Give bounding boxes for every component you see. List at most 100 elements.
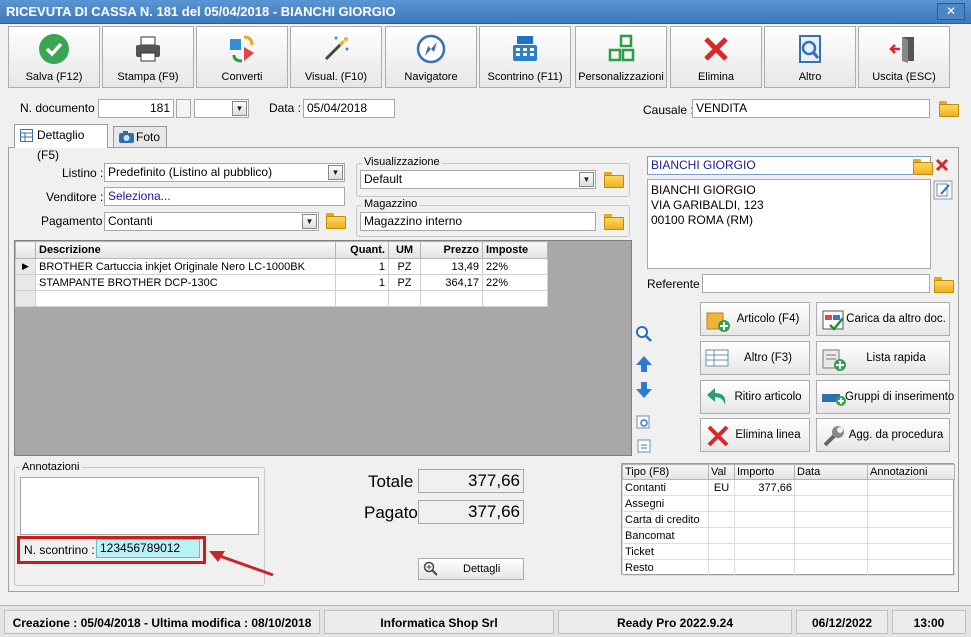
table-cell[interactable]: 22% xyxy=(482,274,548,291)
payment-currency[interactable] xyxy=(708,559,735,576)
payment-row[interactable]: Ticket xyxy=(622,543,955,560)
folder-icon[interactable] xyxy=(603,171,624,188)
scontrino-field[interactable]: 123456789012 xyxy=(96,539,200,558)
paste-row-icon[interactable] xyxy=(635,437,653,455)
customer-name-field[interactable]: BIANCHI GIORGIO xyxy=(647,156,931,175)
receipt-button[interactable]: Scontrino (F11) xyxy=(479,26,571,88)
table-row[interactable]: STAMPANTE BROTHER DCP-130C 1 PZ 364,17 2… xyxy=(15,274,548,291)
payment-date[interactable] xyxy=(794,559,868,576)
folder-icon[interactable] xyxy=(325,212,346,229)
payment-amount[interactable]: 377,66 xyxy=(734,479,795,496)
table-cell[interactable]: 364,17 xyxy=(420,274,483,291)
arrow-up-icon[interactable] xyxy=(635,355,653,373)
payment-amount[interactable] xyxy=(734,511,795,528)
table-cell[interactable]: 1 xyxy=(335,258,389,275)
table-cell[interactable] xyxy=(388,290,421,307)
table-row[interactable]: ▶ BROTHER Cartuccia inkjet Originale Ner… xyxy=(15,258,548,275)
payment-notes[interactable] xyxy=(867,527,955,544)
table-cell[interactable]: BROTHER Cartuccia inkjet Originale Nero … xyxy=(35,258,336,275)
payment-date[interactable] xyxy=(794,511,868,528)
payment-amount[interactable] xyxy=(734,527,795,544)
payment-date[interactable] xyxy=(794,479,868,496)
payment-notes[interactable] xyxy=(867,495,955,512)
load-document-button[interactable]: Carica da altro doc. xyxy=(816,302,950,336)
column-header[interactable]: Prezzo xyxy=(420,241,483,259)
doc-number-spin[interactable] xyxy=(176,99,191,118)
return-article-button[interactable]: Ritiro articolo xyxy=(700,380,810,414)
column-header[interactable]: Annotazioni xyxy=(867,464,955,480)
table-row-empty[interactable] xyxy=(15,290,548,307)
row-selector[interactable] xyxy=(15,290,36,307)
table-cell[interactable] xyxy=(482,290,548,307)
payment-row[interactable]: Contanti EU 377,66 xyxy=(622,479,955,496)
table-cell[interactable]: 13,49 xyxy=(420,258,483,275)
table-cell[interactable]: PZ xyxy=(388,258,421,275)
table-cell[interactable] xyxy=(35,290,336,307)
payment-currency[interactable]: EU xyxy=(708,479,735,496)
zoom-icon[interactable] xyxy=(635,325,653,343)
listino-select[interactable]: Predefinito (Listino al pubblico) ▼ xyxy=(104,163,345,182)
tab-foto[interactable]: Foto xyxy=(113,126,167,148)
folder-icon[interactable] xyxy=(603,213,624,230)
update-procedure-button[interactable]: Agg. da procedura xyxy=(816,418,950,452)
column-header[interactable]: Tipo (F8) xyxy=(622,464,709,480)
date-field[interactable]: 05/04/2018 xyxy=(303,99,395,118)
column-header[interactable]: Data xyxy=(794,464,868,480)
column-header[interactable]: UM xyxy=(388,241,421,259)
payment-row[interactable]: Resto xyxy=(622,559,955,576)
edit-icon[interactable] xyxy=(933,180,953,200)
delete-button[interactable]: Elimina xyxy=(670,26,762,88)
visualizzazione-select[interactable]: Default ▼ xyxy=(360,170,596,189)
other-button[interactable]: Altro xyxy=(764,26,856,88)
column-header[interactable]: Quant. xyxy=(335,241,389,259)
referente-field[interactable] xyxy=(702,274,930,293)
visual-button[interactable]: Visual. (F10) xyxy=(290,26,382,88)
payment-currency[interactable] xyxy=(708,495,735,512)
payment-notes[interactable] xyxy=(867,559,955,576)
annotations-textarea[interactable] xyxy=(20,477,259,535)
table-cell[interactable] xyxy=(420,290,483,307)
doc-series-select[interactable]: ▼ xyxy=(194,99,249,118)
row-selector[interactable] xyxy=(15,274,36,291)
table-cell[interactable]: PZ xyxy=(388,274,421,291)
payment-date[interactable] xyxy=(794,543,868,560)
table-cell[interactable]: STAMPANTE BROTHER DCP-130C xyxy=(35,274,336,291)
close-icon[interactable] xyxy=(935,158,949,172)
tab-dettaglio[interactable]: Dettaglio (F5) xyxy=(14,124,108,162)
folder-icon[interactable] xyxy=(912,158,933,175)
payment-date[interactable] xyxy=(794,495,868,512)
table-cell[interactable]: 22% xyxy=(482,258,548,275)
table-cell[interactable] xyxy=(335,290,389,307)
payment-amount[interactable] xyxy=(734,559,795,576)
add-article-button[interactable]: Articolo (F4) xyxy=(700,302,810,336)
convert-button[interactable]: Converti xyxy=(196,26,288,88)
other-f3-button[interactable]: Altro (F3) xyxy=(700,341,810,375)
insert-groups-button[interactable]: Gruppi di inserimento xyxy=(816,380,954,414)
print-button[interactable]: Stampa (F9) xyxy=(102,26,194,88)
window-close-button[interactable]: ✕ xyxy=(937,3,965,20)
magazzino-field[interactable]: Magazzino interno xyxy=(360,212,596,231)
payment-notes[interactable] xyxy=(867,479,955,496)
column-header[interactable]: Imposte xyxy=(482,241,548,259)
payment-currency[interactable] xyxy=(708,543,735,560)
payment-notes[interactable] xyxy=(867,511,955,528)
doc-number-field[interactable]: 181 xyxy=(98,99,174,118)
payment-date[interactable] xyxy=(794,527,868,544)
payment-row[interactable]: Assegni xyxy=(622,495,955,512)
causale-field[interactable]: VENDITA xyxy=(692,99,930,118)
payment-amount[interactable] xyxy=(734,495,795,512)
customize-button[interactable]: Personalizzazioni xyxy=(575,26,667,88)
folder-icon[interactable] xyxy=(938,100,959,117)
navigator-button[interactable]: Navigatore xyxy=(385,26,477,88)
quick-list-button[interactable]: Lista rapida xyxy=(816,341,950,375)
table-cell[interactable]: 1 xyxy=(335,274,389,291)
exit-button[interactable]: Uscita (ESC) xyxy=(858,26,950,88)
save-button[interactable]: Salva (F12) xyxy=(8,26,100,88)
column-header[interactable]: Descrizione xyxy=(35,241,336,259)
details-button[interactable]: Dettagli xyxy=(418,558,524,580)
payment-notes[interactable] xyxy=(867,543,955,560)
pagamento-select[interactable]: Contanti ▼ xyxy=(104,212,319,231)
column-header[interactable]: Importo xyxy=(734,464,795,480)
delete-line-button[interactable]: Elimina linea xyxy=(700,418,810,452)
payment-row[interactable]: Carta di credito xyxy=(622,511,955,528)
